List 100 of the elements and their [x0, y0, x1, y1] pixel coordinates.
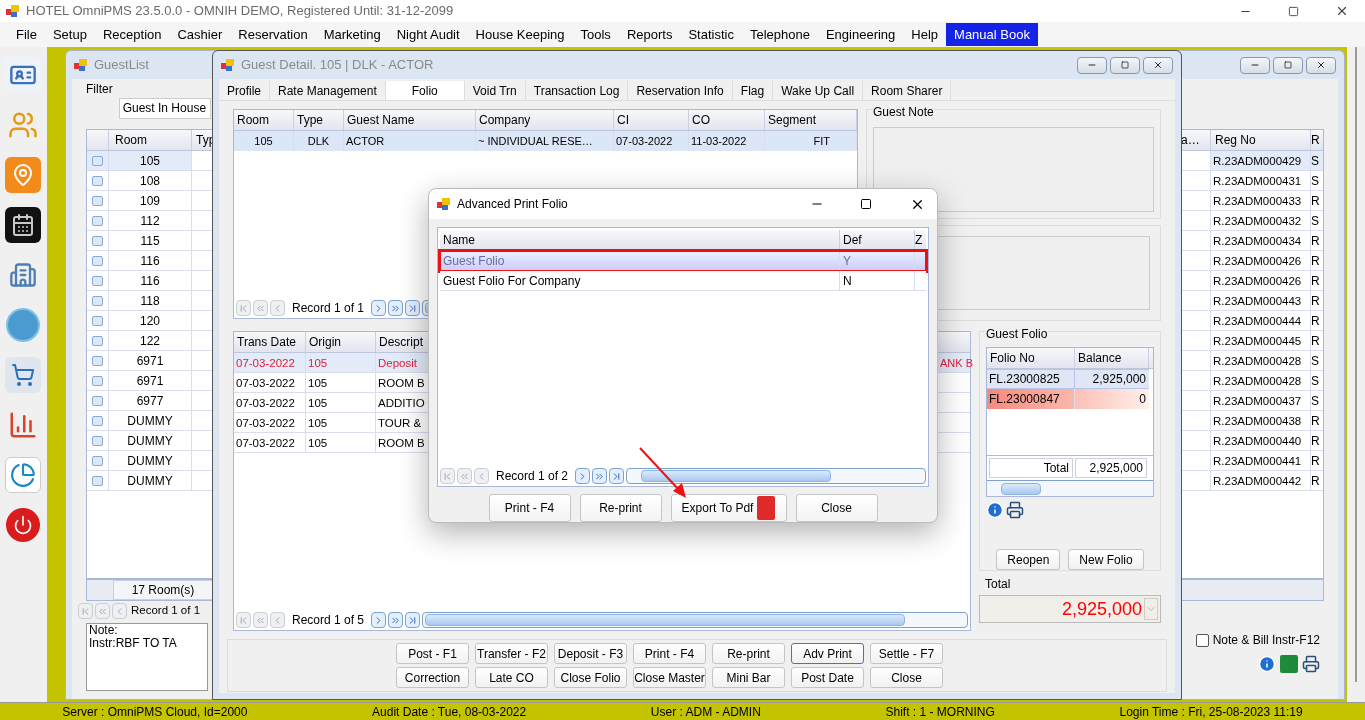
- status-text: Audit Date : Tue, 08-03-2022: [372, 703, 527, 720]
- table-cell: 07-03-2022: [234, 353, 306, 372]
- menu-item[interactable]: Help: [903, 22, 947, 47]
- dialog-button[interactable]: Re-print: [579, 494, 662, 522]
- total-label: Total: [985, 576, 1012, 593]
- table-cell: 07-03-2022: [234, 373, 306, 392]
- stay-row[interactable]: 105 DLK ACTOR ~ INDIVIDUAL RESE… 07-03-2022 11-03-2022 FIT: [234, 131, 857, 151]
- record-counter: Record 1 of 1: [130, 603, 201, 619]
- action-button[interactable]: Adv Print: [791, 643, 864, 664]
- action-button[interactable]: Transfer - F2: [475, 643, 548, 664]
- table-cell: R.23ADM000442: [1211, 471, 1311, 490]
- note-box: Note: Instr:RBF TO TA: [86, 623, 208, 691]
- menu-item[interactable]: Reports: [618, 22, 681, 47]
- export-pdf-button[interactable]: Export To Pdf: [670, 494, 787, 522]
- table-cell: S: [1311, 151, 1323, 170]
- column-header[interactable]: CI: [614, 110, 689, 130]
- menu-item[interactable]: Manual Book: [946, 22, 1038, 47]
- table-cell: R.23ADM000437: [1211, 391, 1311, 410]
- action-button[interactable]: Reopen: [996, 549, 1061, 570]
- total-value: 2,925,000: [1075, 458, 1147, 478]
- column-header[interactable]: CO: [689, 110, 765, 130]
- table-cell: Guest Folio For Company: [440, 271, 840, 290]
- table-cell: 07-03-2022: [234, 433, 306, 452]
- table-cell: R.23ADM000433: [1211, 191, 1311, 210]
- table-cell: ~ INDIVIDUAL RESE…: [476, 131, 614, 151]
- action-button[interactable]: New Folio: [1068, 549, 1144, 570]
- column-header[interactable]: Guest Name: [344, 110, 476, 130]
- table-cell: R.23ADM000431: [1211, 171, 1311, 190]
- window-title: HOTEL OmniPMS 23.5.0.0 - OMNIH DEMO, Registered Until: 31-12-2099: [26, 2, 455, 21]
- column-header[interactable]: Folio No: [987, 348, 1075, 368]
- status-text: Shift : 1 - MORNING: [885, 703, 995, 720]
- column-header[interactable]: Company: [476, 110, 614, 130]
- menu-item[interactable]: Telephone: [741, 22, 818, 47]
- table-cell: R.23ADM000426: [1211, 251, 1311, 270]
- menu-item[interactable]: File: [8, 22, 45, 47]
- menu-item[interactable]: Cashier: [169, 22, 231, 47]
- status-text: Server : OmniPMS Cloud, Id=2000: [62, 703, 248, 720]
- column-header[interactable]: Reg No: [1211, 130, 1311, 150]
- column-header[interactable]: Origin: [306, 332, 376, 352]
- menu-item[interactable]: Marketing: [315, 22, 389, 47]
- action-button[interactable]: Settle - F7: [870, 643, 943, 664]
- action-button[interactable]: Close Master: [633, 667, 706, 688]
- tab[interactable]: Folio: [385, 81, 465, 100]
- table-cell: 105: [306, 353, 376, 372]
- menu-item[interactable]: Statistic: [680, 22, 742, 47]
- action-button[interactable]: Close Folio: [554, 667, 627, 688]
- column-header[interactable]: Segment: [765, 110, 857, 130]
- table-cell[interactable]: FL.23000847: [987, 389, 1075, 409]
- column-header[interactable]: Type: [294, 110, 344, 130]
- folio-type-row[interactable]: Guest Folio Y: [440, 251, 926, 271]
- action-button[interactable]: Close: [870, 667, 943, 688]
- menu-item[interactable]: Reservation: [230, 22, 316, 47]
- table-cell: R.23ADM000438: [1211, 411, 1311, 430]
- folio-type-row[interactable]: Guest Folio For Company N: [440, 271, 926, 291]
- record-counter: Record 1 of 1: [291, 300, 366, 317]
- table-cell: 105: [306, 413, 376, 432]
- table-cell: R.23ADM000440: [1211, 431, 1311, 450]
- table-cell: 07-03-2022: [234, 393, 306, 412]
- table-cell: FIT: [765, 131, 857, 151]
- column-header[interactable]: Trans Date: [234, 332, 306, 352]
- checkbox-label: Note & Bill Instr-F12: [1212, 632, 1320, 649]
- menu-item[interactable]: Night Audit: [388, 22, 468, 47]
- table-cell: ACTOR: [344, 131, 476, 151]
- action-button[interactable]: Post Date: [791, 667, 864, 688]
- table-cell: R.23ADM000428: [1211, 371, 1311, 390]
- table-cell: R.23ADM000426: [1211, 271, 1311, 290]
- action-button[interactable]: Deposit - F3: [554, 643, 627, 664]
- column-header[interactable]: R: [1311, 130, 1323, 150]
- action-button[interactable]: Late CO: [475, 667, 548, 688]
- dialog-button[interactable]: Print - F4: [488, 494, 571, 522]
- table-cell: 11-03-2022: [689, 131, 765, 151]
- menu-item[interactable]: House Keeping: [467, 22, 573, 47]
- table-cell: R.23ADM000429: [1211, 151, 1311, 170]
- table-cell: 105: [306, 373, 376, 392]
- dialog-title: Advanced Print Folio: [457, 196, 569, 213]
- action-button[interactable]: Correction: [396, 667, 469, 688]
- table-cell: R.23ADM000432: [1211, 211, 1311, 230]
- action-button[interactable]: Post - F1: [396, 643, 469, 664]
- filter-label: Filter: [86, 81, 113, 98]
- table-cell: 105: [306, 393, 376, 412]
- action-button[interactable]: Re-print: [712, 643, 785, 664]
- menu-item[interactable]: Engineering: [817, 22, 904, 47]
- column-header[interactable]: Balance: [1075, 348, 1149, 368]
- table-cell: 105: [234, 131, 294, 151]
- table-cell: R.23ADM000428: [1211, 351, 1311, 370]
- dialog-button[interactable]: Close: [795, 494, 878, 522]
- action-button[interactable]: Mini Bar: [712, 667, 785, 688]
- table-cell: N: [840, 271, 915, 290]
- filter-dropdown[interactable]: Guest In House: [118, 97, 211, 119]
- column-header[interactable]: Z: [915, 230, 923, 250]
- menu-item[interactable]: Setup: [44, 22, 95, 47]
- table-cell[interactable]: 105: [109, 151, 192, 170]
- action-button[interactable]: Print - F4: [633, 643, 706, 664]
- column-header[interactable]: Room: [234, 110, 294, 130]
- menu-item[interactable]: Tools: [572, 22, 619, 47]
- window-title: GuestList: [94, 56, 149, 75]
- table-cell[interactable]: FL.23000825: [987, 369, 1075, 389]
- column-header[interactable]: Room: [109, 130, 192, 150]
- total-label: Total: [989, 458, 1073, 478]
- menu-item[interactable]: Reception: [94, 22, 170, 47]
